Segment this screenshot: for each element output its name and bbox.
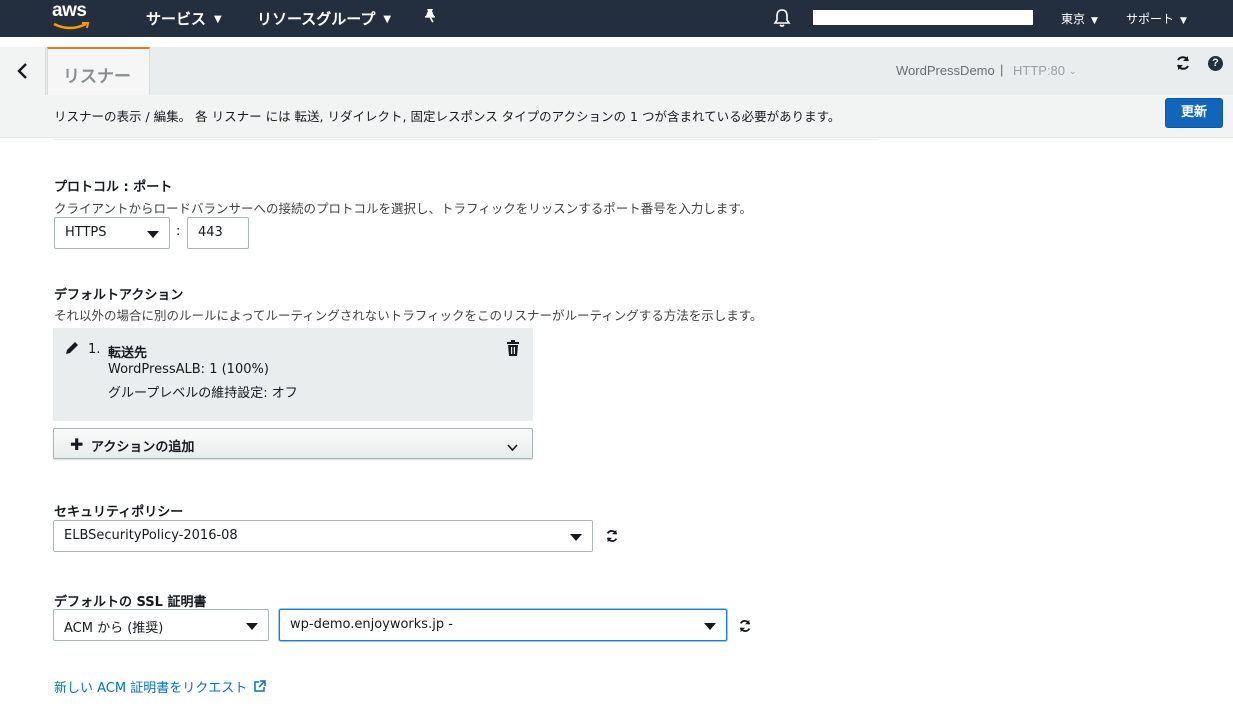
caret-down-icon [246, 623, 258, 630]
support-menu-label: サポート [1126, 12, 1175, 26]
resource-groups-menu[interactable]: リソースグループ ▼ [257, 8, 391, 29]
account-name-redacted[interactable] [813, 10, 1033, 25]
region-menu-label: 東京 [1061, 12, 1086, 26]
security-policy-refresh-icon[interactable] [605, 529, 619, 548]
top-navigation-bar: aws サービス ▼ リソースグループ ▼ 東京 ▼ サポート ▼ [0, 0, 1233, 37]
chevron-down-icon: ▼ [1091, 16, 1098, 26]
certificate-refresh-icon[interactable] [738, 619, 752, 638]
chevron-down-icon: ▼ [383, 14, 392, 25]
tab-listeners-label: リスナー [63, 67, 131, 87]
plus-icon: ✚ [70, 435, 84, 454]
caret-down-icon [704, 623, 716, 630]
caret-down-icon [147, 231, 159, 238]
security-policy-label: セキュリティポリシー [54, 505, 184, 520]
scrolled-content-edge [53, 139, 879, 151]
chevron-down-icon: ▼ [1180, 16, 1187, 26]
chevron-left-icon [17, 63, 27, 79]
external-link-icon [254, 680, 266, 692]
pin-icon[interactable] [423, 8, 437, 31]
update-button[interactable]: 更新 [1165, 98, 1223, 128]
chevron-down-icon: ⌄ [1069, 66, 1077, 76]
listener-selector-label: HTTP:80 [1013, 63, 1066, 78]
region-menu[interactable]: 東京 ▼ [1061, 10, 1098, 27]
action-number: 1. [88, 342, 101, 357]
protocol-port-label: プロトコル : ポート [54, 180, 173, 195]
protocol-select-value: HTTPS [65, 225, 107, 240]
aws-smile-icon [53, 22, 90, 30]
protocol-select[interactable]: HTTPS [54, 217, 170, 249]
add-action-button[interactable]: ✚ アクションの追加 [53, 428, 533, 459]
bell-icon[interactable] [773, 8, 791, 33]
add-action-label: アクションの追加 [91, 440, 195, 455]
action-title: 転送先 [108, 346, 148, 361]
port-input[interactable]: 443 [187, 217, 249, 249]
load-balancer-name: WordPressDemo [896, 63, 995, 78]
aws-logo-text: aws [52, 0, 87, 21]
certificate-select[interactable]: wp-demo.enjoyworks.jp - [279, 609, 727, 641]
info-bar: リスナーの表示 / 編集。 各 リスナー には 転送, リダイレクト, 固定レス… [0, 95, 1233, 138]
support-menu[interactable]: サポート ▼ [1126, 10, 1187, 27]
forward-action-card: 1. 転送先 WordPressALB: 1 (100%) グループレベルの維持… [53, 328, 533, 421]
services-menu-label: サービス [146, 10, 207, 28]
listener-selector[interactable]: HTTP:80 ⌄ [1013, 63, 1077, 78]
protocol-port-separator: : [176, 224, 181, 239]
default-action-label: デフォルトアクション [54, 288, 184, 303]
services-menu[interactable]: サービス ▼ [146, 8, 222, 29]
page-header: リスナー WordPressDemo | HTTP:80 ⌄ ? [0, 47, 1233, 95]
header-separator: | [1000, 62, 1004, 77]
default-action-description: それ以外の場合に別のルールによってルーティングされないトラフィックをこのリスナー… [54, 308, 763, 323]
certificate-source-select[interactable]: ACM から (推奨) [53, 609, 269, 641]
certificate-value: wp-demo.enjoyworks.jp - [290, 617, 453, 632]
security-policy-select[interactable]: ELBSecurityPolicy-2016-08 [53, 520, 593, 552]
tab-listeners[interactable]: リスナー [47, 47, 150, 95]
action-stickiness: グループレベルの維持設定: オフ [108, 386, 298, 401]
security-policy-value: ELBSecurityPolicy-2016-08 [64, 528, 238, 543]
chevron-down-icon [507, 439, 518, 457]
help-icon[interactable]: ? [1208, 56, 1223, 71]
request-acm-certificate-label: 新しい ACM 証明書をリクエスト [54, 681, 248, 696]
resource-groups-menu-label: リソースグループ [257, 10, 376, 28]
certificate-source-value: ACM から (推奨) [64, 621, 164, 636]
request-acm-certificate-link[interactable]: 新しい ACM 証明書をリクエスト [54, 677, 266, 696]
chevron-down-icon: ▼ [214, 14, 222, 25]
protocol-port-description: クライアントからロードバランサーへの接続のプロトコルを選択し、トラフィックをリッ… [54, 201, 753, 216]
trash-icon[interactable] [506, 340, 520, 361]
pencil-icon[interactable] [65, 341, 79, 360]
back-button[interactable] [0, 47, 46, 95]
action-target-group: WordPressALB: 1 (100%) [108, 362, 269, 377]
aws-logo[interactable]: aws [52, 0, 94, 34]
ssl-certificate-label: デフォルトの SSL 証明書 [54, 595, 207, 610]
caret-down-icon [570, 534, 582, 541]
info-message: リスナーの表示 / 編集。 各 リスナー には 転送, リダイレクト, 固定レス… [54, 109, 841, 124]
refresh-icon[interactable] [1175, 55, 1191, 76]
